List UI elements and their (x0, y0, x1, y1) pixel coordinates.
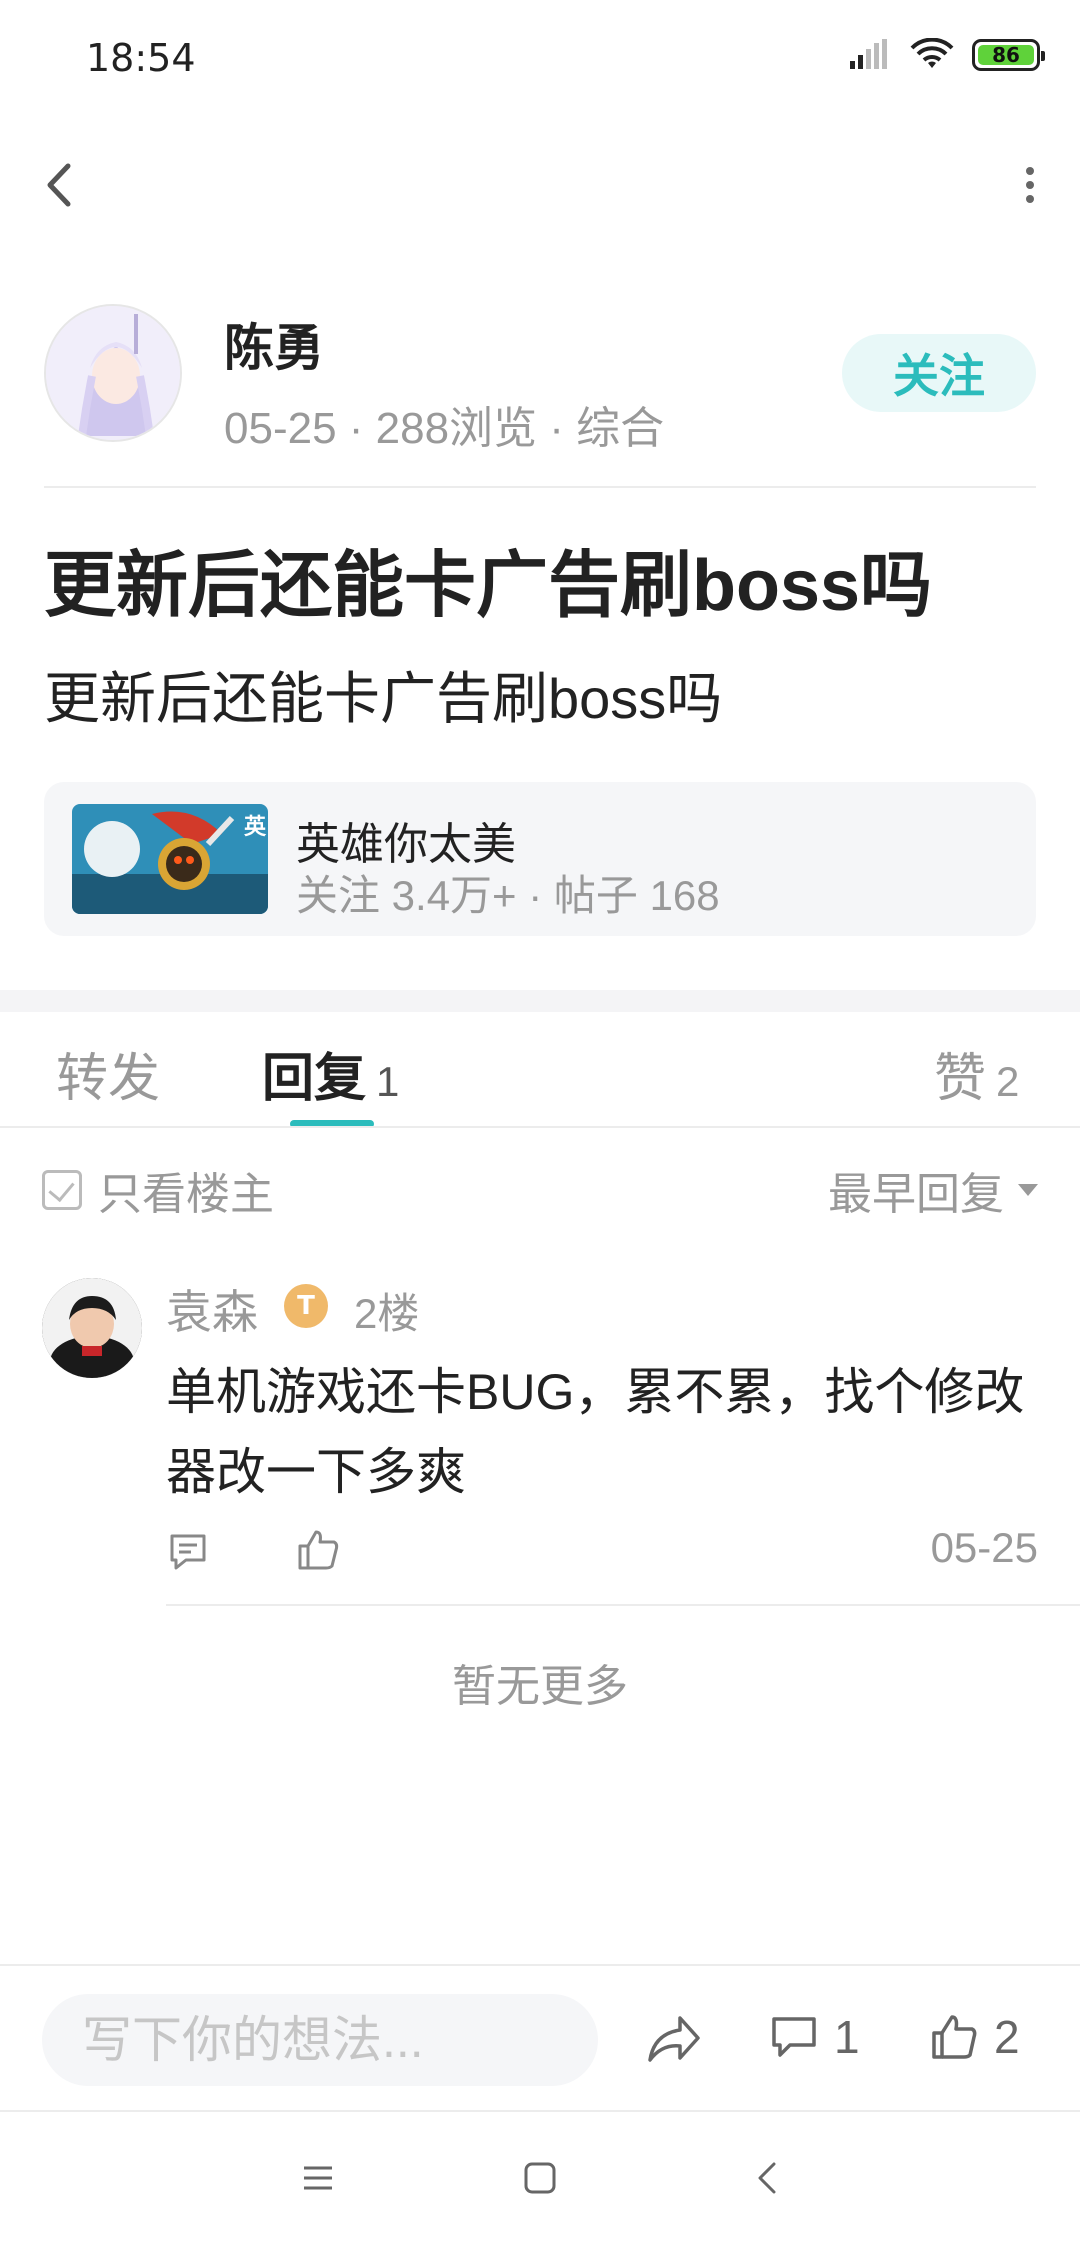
anime-avatar-image (46, 306, 180, 440)
section-separator (0, 990, 1080, 1012)
like-count: 2 (994, 2011, 1020, 2063)
reply-author-name[interactable]: 袁森 (166, 1276, 258, 1342)
floor-number: 2楼 (354, 1290, 420, 1337)
comment-count-button[interactable]: 1 (770, 2010, 860, 2064)
thumbs-up-icon (932, 2015, 977, 2059)
wifi-icon (910, 38, 954, 68)
tab-label: 回复 (262, 1050, 367, 1108)
checkbox-icon[interactable] (42, 1170, 82, 1210)
divider (166, 1604, 1080, 1606)
menu-icon[interactable] (298, 2158, 338, 2198)
tab-label: 转发 (56, 1050, 161, 1108)
game-banner-image: 英 (72, 804, 268, 914)
divider (0, 1964, 1080, 1966)
game-icon[interactable]: 英 (72, 804, 268, 914)
home-icon[interactable] (520, 2158, 560, 2198)
system-back-icon[interactable] (748, 2158, 788, 2198)
share-icon[interactable] (646, 2014, 702, 2066)
tab-label: 赞 (934, 1050, 987, 1108)
post-title: 更新后还能卡广告刷boss吗 (44, 546, 933, 626)
author-avatar[interactable] (44, 304, 182, 442)
divider (0, 1126, 1080, 1128)
status-icons: 86 (848, 38, 1045, 72)
like-count-button[interactable]: 2 (930, 2010, 1020, 2064)
svg-text:英: 英 (244, 814, 267, 839)
comment-input[interactable] (42, 1994, 598, 2086)
reply-avatar[interactable] (42, 1278, 142, 1378)
tab-count: 1 (376, 1058, 400, 1105)
comment-bubble-icon (772, 2017, 816, 2057)
battery-icon: 86 (972, 39, 1045, 71)
tab-repost[interactable]: 转发 (56, 1036, 160, 1111)
more-options-icon[interactable] (1020, 165, 1040, 205)
child-avatar-image (42, 1278, 142, 1378)
back-button[interactable] (40, 160, 80, 210)
thumbs-up-icon[interactable] (296, 1528, 340, 1572)
comment-icon[interactable] (166, 1530, 210, 1574)
post-meta: 05-25 · 288浏览 · 综合 (224, 404, 665, 453)
signal-icon (850, 39, 887, 69)
sort-dropdown[interactable]: 最早回复 (828, 1158, 1038, 1222)
status-time: 18:54 (86, 36, 196, 80)
divider (0, 2110, 1080, 2112)
no-more-text: 暂无更多 (452, 1662, 628, 1711)
sort-label: 最早回复 (828, 1170, 1004, 1219)
level-badge: T (284, 1284, 328, 1328)
reply-content: 单机游戏还卡BUG，累不累，找个修改器改一下多爽 (166, 1364, 1025, 1500)
battery-level: 86 (992, 43, 1020, 67)
op-only-label: 只看楼主 (98, 1170, 274, 1219)
tab-count: 2 (996, 1058, 1020, 1105)
op-only-toggle[interactable]: 只看楼主 (42, 1158, 274, 1222)
reply-date: 05-25 (930, 1524, 1038, 1571)
author-name[interactable]: 陈勇 (224, 308, 324, 380)
post-body: 更新后还能卡广告刷boss吗 (44, 667, 723, 730)
follow-button[interactable]: 关注 (842, 334, 1036, 412)
tab-likes[interactable]: 赞 2 (934, 1036, 1019, 1111)
tab-replies[interactable]: 回复 1 (262, 1036, 399, 1111)
divider (44, 486, 1036, 488)
comment-count: 1 (834, 2011, 860, 2063)
game-stats: 关注 3.4万+ · 帖子 168 (296, 872, 720, 919)
caret-down-icon (1018, 1184, 1038, 1196)
